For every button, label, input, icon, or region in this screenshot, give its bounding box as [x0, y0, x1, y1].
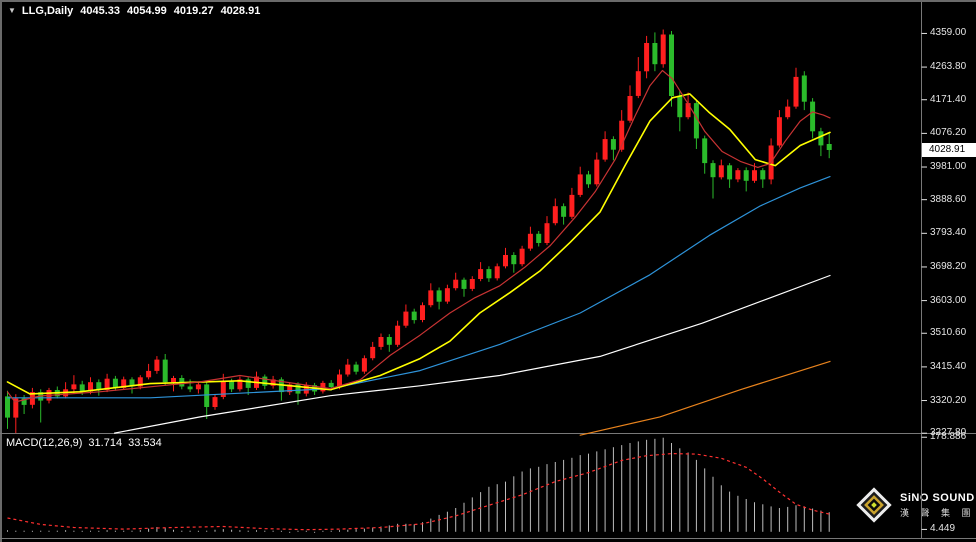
macd-axis-bottom-label: 4.449	[930, 523, 955, 535]
chart-window: SiNO SOUND 漢 聲 集 團 ▼LLG,Daily4045.334054…	[0, 0, 976, 542]
price-axis-tick-label: 3320.20	[930, 395, 966, 407]
macd-axis-top-label: 178.886	[930, 431, 966, 443]
price-axis-tick-label: 3415.40	[930, 361, 966, 373]
current-price-tag: 4028.91	[922, 143, 976, 157]
price-axis-tick-label: 3698.20	[930, 261, 966, 273]
price-axis-tick-label: 4359.00	[930, 27, 966, 39]
price-axis-tick-label: 3981.00	[930, 161, 966, 173]
price-axis-tick-label: 3793.40	[930, 227, 966, 239]
price-axis-tick-label: 4171.40	[930, 94, 966, 106]
price-axis-tick-label: 4076.20	[930, 127, 966, 139]
price-axis-tick-label: 3888.60	[930, 194, 966, 206]
price-axis-tick-label: 3510.60	[930, 327, 966, 339]
price-axis-tick-label: 4263.80	[930, 61, 966, 73]
price-axis-tick-label: 3603.00	[930, 295, 966, 307]
price-axis[interactable]: 4359.00 4263.80 4171.40 4076.20 3981.00 3888.…	[0, 0, 976, 542]
